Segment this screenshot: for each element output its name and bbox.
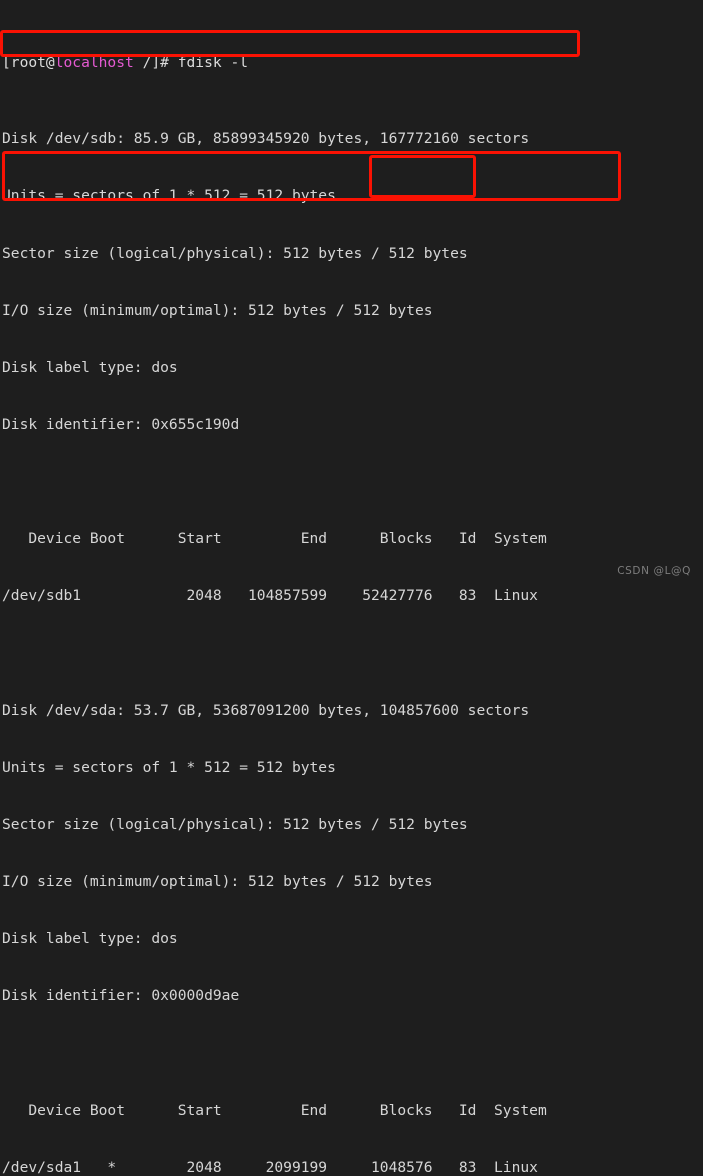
terminal-window[interactable]: [root@localhost /]# fdisk -l Disk /dev/s… xyxy=(0,0,703,1176)
output-line-sdb-part-1: /dev/sdb1 2048 104857599 52427776 83 Lin… xyxy=(2,587,538,605)
output-line-blank-1 xyxy=(2,472,652,491)
output-line-sda-units: Units = sectors of 1 * 512 = 512 bytes xyxy=(2,758,336,776)
output-line-blank-3 xyxy=(2,1044,652,1063)
prompt-hostname: localhost xyxy=(54,54,134,72)
output-line-sda-disk: Disk /dev/sda: 53.7 GB, 53687091200 byte… xyxy=(2,701,530,719)
prompt-line: [root@localhost /]# fdisk -l xyxy=(2,53,652,72)
output-line-sdb-disk: Disk /dev/sdb: 85.9 GB, 85899345920 byte… xyxy=(2,130,530,148)
output-line-sda-sector-size: Sector size (logical/physical): 512 byte… xyxy=(2,816,468,834)
output-line-sda-label-type: Disk label type: dos xyxy=(2,930,178,948)
output-line-sda-io-size: I/O size (minimum/optimal): 512 bytes / … xyxy=(2,873,433,891)
csdn-watermark: CSDN @L@Q xyxy=(617,564,691,577)
output-line-sdb-table-head: Device Boot Start End Blocks Id System xyxy=(2,530,547,548)
prompt-path-close: /]# xyxy=(133,54,178,72)
terminal-output: [root@localhost /]# fdisk -l Disk /dev/s… xyxy=(2,0,652,1176)
output-line-sdb-sector-size: Sector size (logical/physical): 512 byte… xyxy=(2,244,468,262)
output-line-sda-part-1: /dev/sda1 * 2048 2099199 1048576 83 Linu… xyxy=(2,1158,538,1176)
output-line-sdb-identifier: Disk identifier: 0x655c190d xyxy=(2,416,240,434)
output-line-sdb-io-size: I/O size (minimum/optimal): 512 bytes / … xyxy=(2,301,433,319)
output-line-sda-table-head: Device Boot Start End Blocks Id System xyxy=(2,1101,547,1119)
prompt-command: fdisk -l xyxy=(177,54,249,72)
output-line-sda-identifier: Disk identifier: 0x0000d9ae xyxy=(2,987,240,1005)
output-line-sdb-label-type: Disk label type: dos xyxy=(2,358,178,376)
output-line-blank-2 xyxy=(2,644,652,663)
prompt-user-host-open: [root@ xyxy=(2,54,55,72)
output-line-sdb-units: Units = sectors of 1 * 512 = 512 bytes xyxy=(2,187,336,205)
